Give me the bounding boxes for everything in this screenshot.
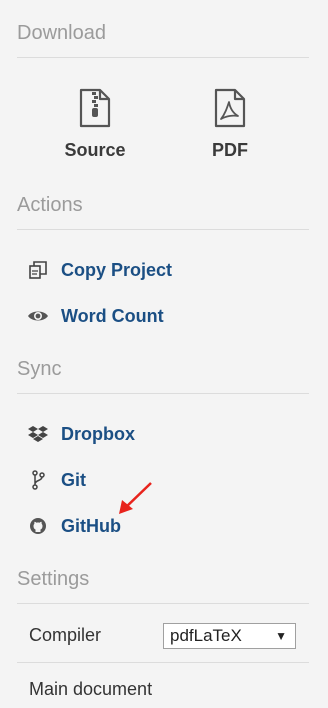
main-document-label: Main document [29, 679, 153, 699]
divider [17, 229, 309, 230]
dropbox-icon [27, 423, 49, 445]
divider [17, 603, 309, 604]
compiler-select-value: pdfLaTeX [170, 626, 242, 645]
compiler-select[interactable]: pdfLaTeX ▼ [163, 623, 296, 649]
word-count-label: Word Count [61, 305, 164, 326]
github-link[interactable]: GitHub [27, 514, 121, 538]
dropbox-link[interactable]: Dropbox [27, 422, 135, 446]
git-branch-icon [27, 469, 49, 491]
git-link[interactable]: Git [27, 468, 86, 492]
pdf-file-icon [175, 88, 285, 128]
download-heading: Download [17, 22, 106, 44]
divider [17, 393, 309, 394]
eye-icon [27, 305, 49, 327]
git-label: Git [61, 469, 86, 490]
github-icon [27, 515, 49, 537]
divider [17, 662, 309, 663]
download-pdf-label: PDF [212, 140, 248, 160]
copy-project-link[interactable]: Copy Project [27, 258, 172, 282]
dropbox-label: Dropbox [61, 423, 135, 444]
settings-heading: Settings [17, 568, 90, 590]
download-pdf-button[interactable]: PDF [175, 88, 285, 161]
word-count-link[interactable]: Word Count [27, 304, 164, 328]
compiler-label: Compiler [29, 625, 102, 645]
github-label: GitHub [61, 515, 121, 536]
copy-icon [27, 259, 49, 281]
divider [17, 57, 309, 58]
actions-heading: Actions [17, 194, 83, 216]
annotation-arrow-icon [119, 482, 152, 514]
zip-file-icon [40, 88, 150, 128]
chevron-down-icon: ▼ [275, 629, 287, 643]
copy-project-label: Copy Project [61, 259, 173, 280]
sync-heading: Sync [17, 358, 62, 380]
download-source-label: Source [64, 140, 126, 160]
download-source-button[interactable]: Source [40, 88, 150, 161]
